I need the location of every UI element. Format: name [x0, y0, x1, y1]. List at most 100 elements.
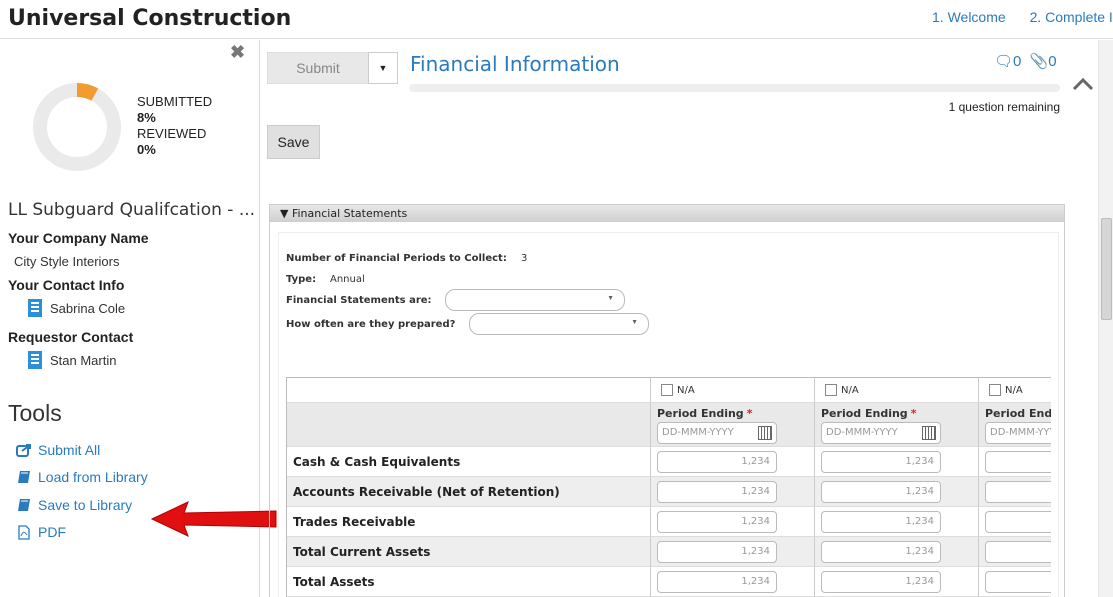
checkbox[interactable]	[661, 384, 673, 396]
company-name: City Style Interiors	[14, 254, 120, 269]
amount-input[interactable]: 1,234	[985, 511, 1051, 533]
step-complete[interactable]: 2. Complete I	[1030, 9, 1113, 25]
company-heading: Your Company Name	[8, 230, 149, 246]
submitted-value: 8%	[137, 110, 156, 125]
amount-input[interactable]: 1,234	[657, 541, 777, 563]
tool-save-to-library[interactable]: Save to Library	[16, 497, 132, 513]
amount-input[interactable]: 1,234	[985, 541, 1051, 563]
statements-select[interactable]	[445, 289, 625, 311]
prepared-select[interactable]	[469, 313, 649, 335]
amount-input[interactable]: 1,234	[985, 571, 1051, 593]
table-value-cell: 1,234	[815, 447, 979, 477]
calendar-icon[interactable]	[922, 426, 936, 440]
required-mark: *	[910, 407, 917, 420]
period-date-input[interactable]: DD-MMM-YYYY	[985, 422, 1051, 444]
top-bar: Universal Construction 1. Welcome 2. Com…	[0, 0, 1113, 39]
building-icon	[28, 351, 42, 369]
main-content: Submit ▼ Financial Information 🗨0 📎0 1 q…	[261, 40, 1113, 597]
table-value-cell: 1,234	[651, 567, 815, 597]
tools-heading: Tools	[8, 400, 62, 426]
building-icon	[28, 299, 42, 317]
calendar-icon[interactable]	[758, 426, 772, 440]
reviewed-value: 0%	[137, 142, 156, 157]
amount-input[interactable]: 1,234	[821, 541, 941, 563]
panel-title: Financial Statements	[291, 207, 408, 220]
na-checkbox[interactable]: N/A	[825, 384, 859, 396]
na-label: N/A	[1005, 384, 1023, 396]
contact-info[interactable]: Sabrina Cole	[28, 299, 125, 317]
table-value-cell: 1,234	[651, 477, 815, 507]
paperclip-icon[interactable]: 📎	[1030, 53, 1049, 70]
requestor-name: Stan Martin	[50, 352, 117, 368]
table-header-blank	[287, 377, 651, 403]
tool-submit-all[interactable]: Submit All	[16, 442, 100, 458]
contact-heading: Your Contact Info	[8, 277, 125, 293]
submitted-label: SUBMITTED	[137, 94, 213, 109]
close-icon[interactable]: ✖	[230, 42, 245, 63]
table-value-cell: 1,234	[651, 537, 815, 567]
period-date-input[interactable]: DD-MMM-YYYY	[821, 422, 941, 444]
questions-remaining: 1 question remaining	[948, 100, 1060, 114]
table-row-label: Total Current Assets	[293, 545, 431, 559]
scrollbar[interactable]	[1098, 40, 1113, 597]
attachments-count[interactable]: 0	[1048, 53, 1056, 70]
table-row-label-cell: Accounts Receivable (Net of Retention)	[287, 477, 651, 507]
expand-triangle-icon: ▼	[280, 207, 292, 220]
submit-button[interactable]: Submit	[267, 52, 369, 84]
step-welcome[interactable]: 1. Welcome	[932, 9, 1006, 25]
contact-name: Sabrina Cole	[50, 300, 126, 316]
scrollbar-thumb[interactable]	[1101, 218, 1112, 320]
statements-label: Financial Statements are:	[286, 295, 432, 306]
tool-pdf[interactable]: PDF	[16, 524, 66, 540]
table-value-cell: 1,234	[815, 507, 979, 537]
panel-header[interactable]: ▼ Financial Statements	[270, 205, 1064, 222]
table-value-cell: 1,234	[979, 507, 1051, 537]
comments-icon[interactable]: 🗨	[994, 53, 1013, 70]
period-ending-label: Period Ending*	[657, 407, 753, 420]
checkbox[interactable]	[989, 384, 1001, 396]
type-value: Annual	[330, 274, 365, 285]
requestor-heading: Requestor Contact	[8, 329, 134, 345]
financial-statements-panel: ▼ Financial Statements Number of Financi…	[269, 204, 1065, 597]
na-checkbox[interactable]: N/A	[989, 384, 1023, 396]
table-value-cell: 1,234	[979, 537, 1051, 567]
amount-input[interactable]: 1,234	[657, 571, 777, 593]
share-icon	[16, 443, 32, 457]
table-header-na-cell: N/A	[651, 377, 815, 403]
amount-input[interactable]: 1,234	[657, 511, 777, 533]
checkbox[interactable]	[825, 384, 837, 396]
na-checkbox[interactable]: N/A	[661, 384, 695, 396]
section-title: Financial Information	[410, 52, 620, 76]
progress-donut	[33, 83, 121, 171]
amount-input[interactable]: 1,234	[657, 481, 777, 503]
period-date-input[interactable]: DD-MMM-YYYY	[657, 422, 777, 444]
amount-input[interactable]: 1,234	[985, 481, 1051, 503]
sidebar: ✖ SUBMITTED 8% REVIEWED 0% LL Subguard Q…	[0, 40, 277, 597]
financial-table: N/A Period Ending * DD-MMM-YYYY N/A Period En…	[286, 377, 1051, 597]
tool-label: Save to Library	[38, 497, 133, 513]
table-header-na-cell: N/A	[979, 377, 1051, 403]
amount-input[interactable]: 1,234	[657, 451, 777, 473]
prepared-label: How often are they prepared?	[286, 319, 456, 330]
save-button[interactable]: Save	[267, 125, 320, 159]
amount-input[interactable]: 1,234	[821, 511, 941, 533]
tool-label: Load from Library	[38, 469, 148, 485]
amount-input[interactable]: 1,234	[821, 481, 941, 503]
activity-counts: 🗨0 📎0	[994, 52, 1057, 70]
na-label: N/A	[841, 384, 859, 396]
amount-input[interactable]: 1,234	[821, 451, 941, 473]
table-value-cell: 1,234	[979, 477, 1051, 507]
table-row-label: Total Assets	[293, 575, 375, 589]
tool-load-from-library[interactable]: Load from Library	[16, 469, 148, 485]
table-row-label-cell: Total Assets	[287, 567, 651, 597]
submit-dropdown-button[interactable]: ▼	[368, 52, 398, 84]
amount-input[interactable]: 1,234	[985, 451, 1051, 473]
table-value-cell: 1,234	[815, 477, 979, 507]
amount-input[interactable]: 1,234	[821, 571, 941, 593]
table-row-label-cell: Cash & Cash Equivalents	[287, 447, 651, 477]
questionnaire-title[interactable]: LL Subguard Qualifcation - ...	[8, 200, 255, 220]
type-label: Type:	[286, 274, 317, 285]
requestor-contact[interactable]: Stan Martin	[28, 351, 116, 369]
comments-count[interactable]: 0	[1013, 53, 1021, 70]
collapse-up-icon[interactable]	[1072, 74, 1094, 97]
